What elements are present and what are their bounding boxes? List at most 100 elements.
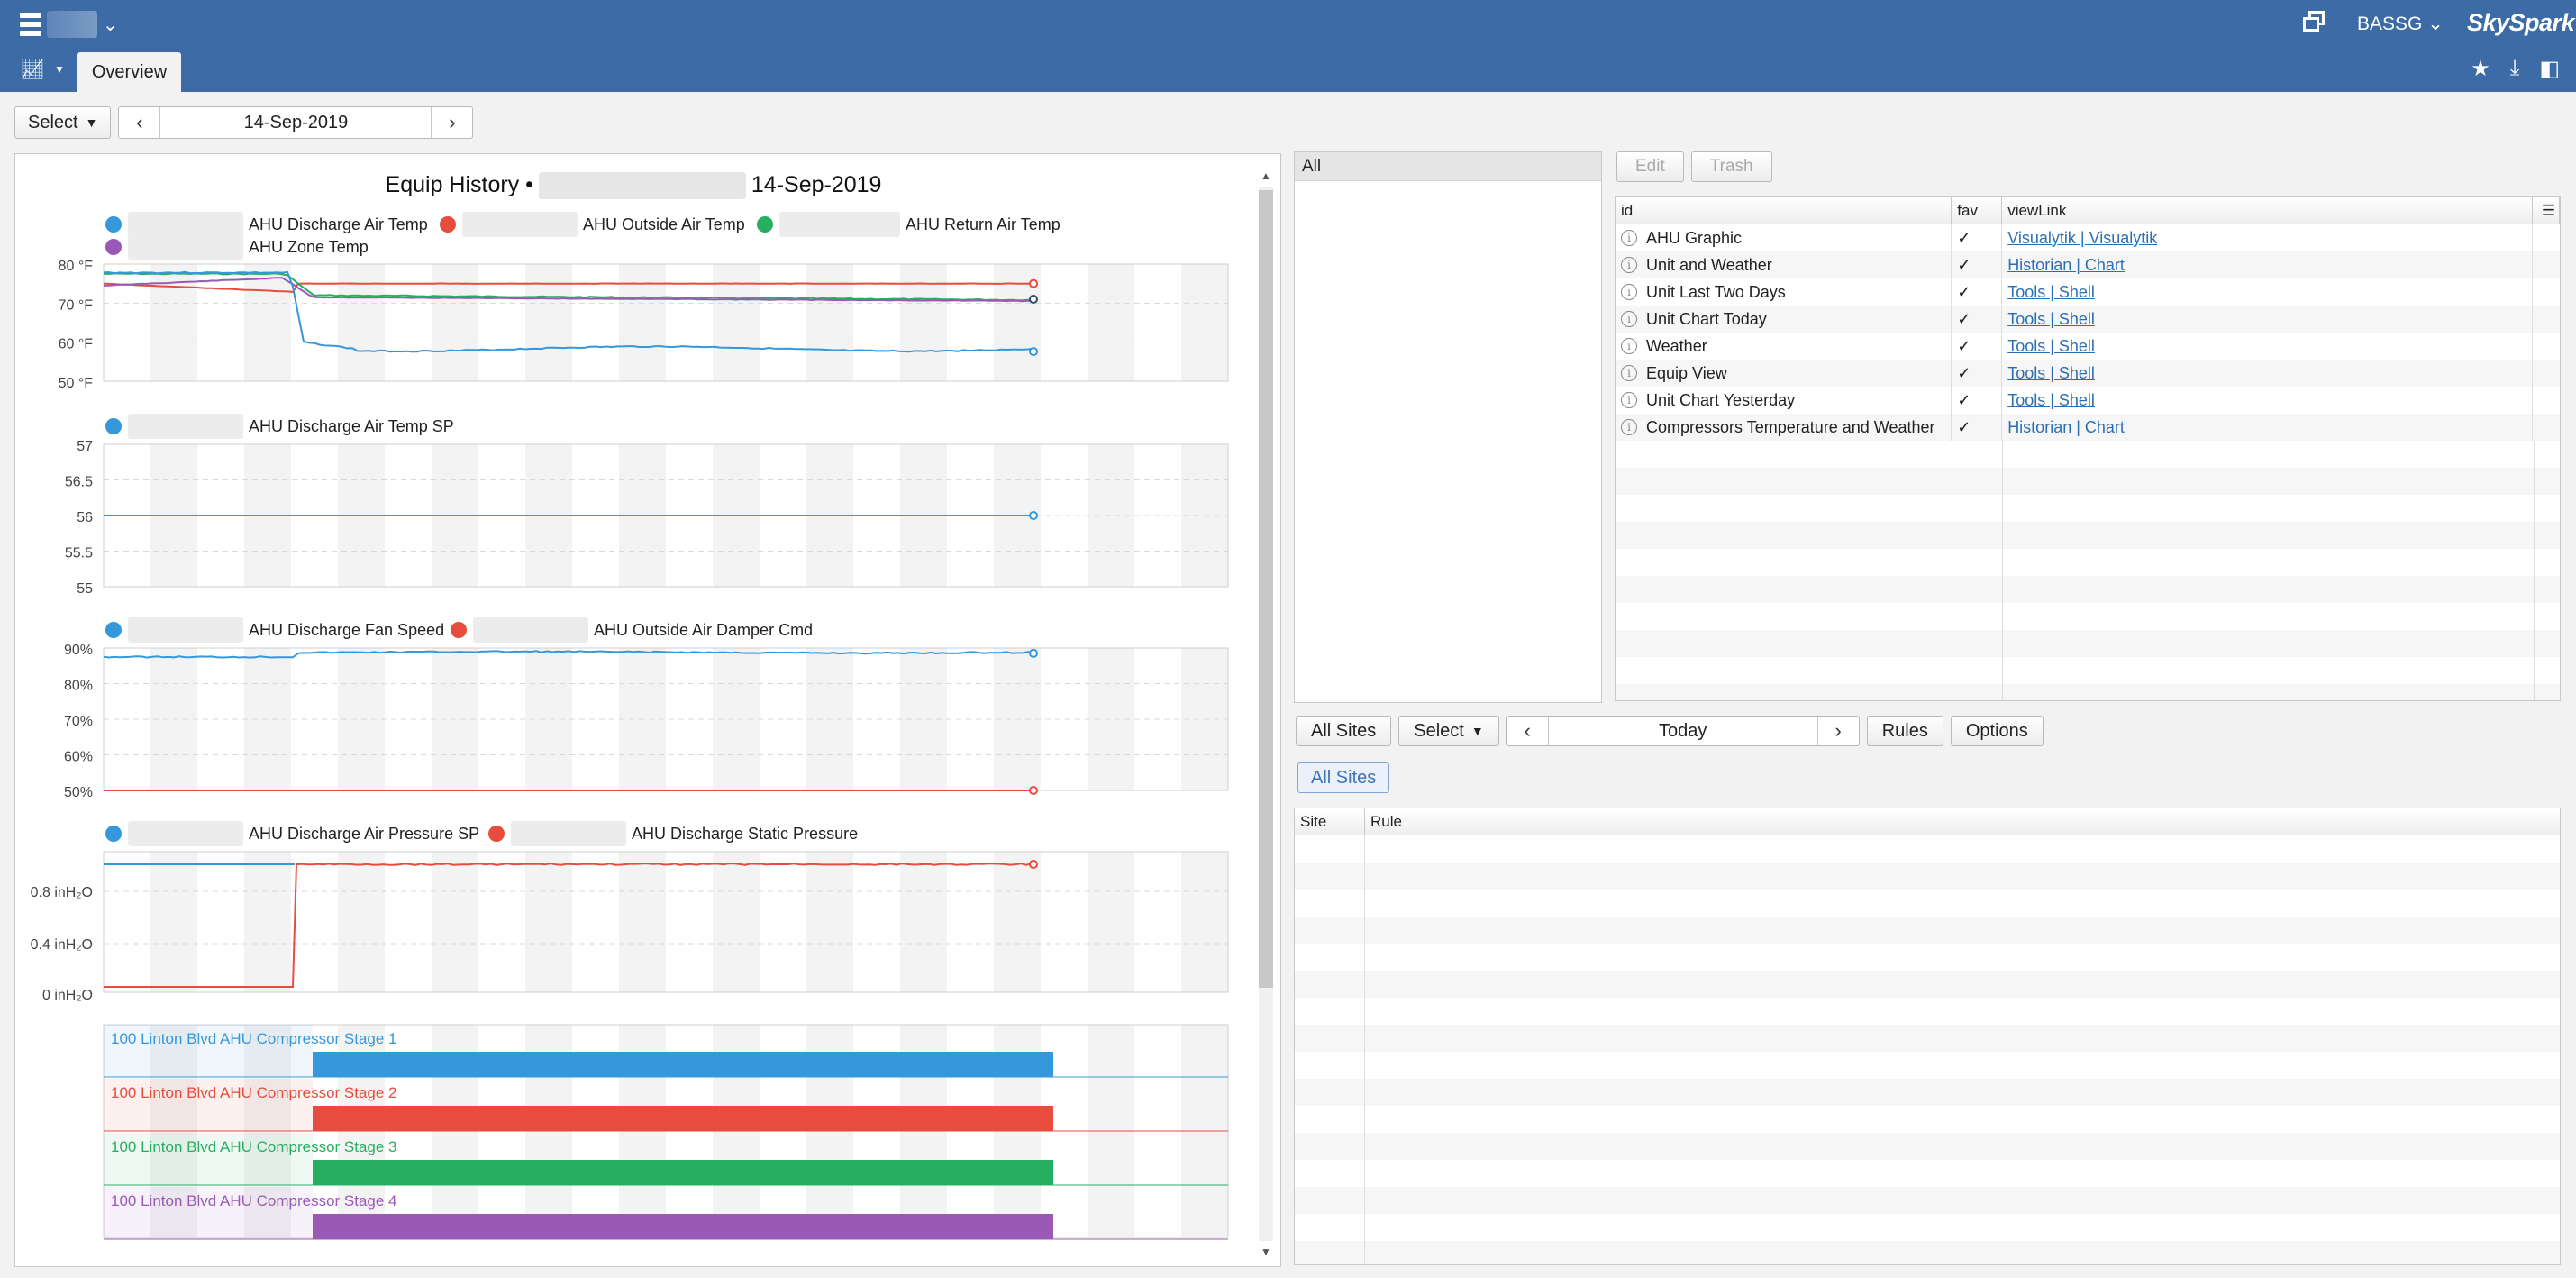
rules-select-button[interactable]: Select ▼ [1398,716,1499,746]
row-fav-cell: ✓ [1952,333,2003,360]
empty-table-row [1616,495,2560,522]
chart-type-menu[interactable]: 📈︎ ▼ [20,58,65,81]
vertical-scrollbar[interactable]: ▲ ▼ [1259,169,1273,1259]
column-header-fav[interactable]: fav [1952,197,2003,224]
legend-label: AHU Return Air Temp [906,215,1060,233]
y-tick-label: 60% [64,750,93,765]
row-viewlink-cell: Tools | Shell [2002,278,2534,306]
hour-band [244,264,291,381]
info-icon[interactable]: i [1621,230,1637,246]
row-id-cell: i Unit and Weather [1616,251,1952,278]
row-fav-cell: ✓ [1952,360,2003,387]
y-tick-label: 55.5 [65,546,93,561]
download-icon[interactable]: ⤓ [2510,56,2520,82]
empty-table-row [1616,576,2560,603]
view-link[interactable]: Tools | Shell [2007,283,2095,301]
rules-table-body [1295,835,2560,1264]
views-table: id fav viewLink ☰ i AHU Graphic ✓ Visualyti… [1615,196,2561,701]
info-icon[interactable]: i [1621,365,1637,381]
all-sites-filter-chip[interactable]: All Sites [1297,762,1390,793]
view-link[interactable]: Historian | Chart [2007,256,2125,274]
empty-table-row [1295,1106,2560,1133]
options-button[interactable]: Options [1950,716,2044,746]
legend-dot [105,239,122,255]
hour-band [994,852,1041,992]
table-row[interactable]: i Equip View ✓ Tools | Shell [1616,360,2560,387]
column-header-rule[interactable]: Rule [1365,808,2560,835]
prev-date-button[interactable]: ‹ [1507,717,1549,745]
panel-layout-icon[interactable]: ◧ [2539,56,2560,82]
series-end-marker [1029,511,1038,520]
view-link[interactable]: Tools | Shell [2007,364,2095,382]
empty-table-row [1295,890,2560,917]
hour-band [900,852,947,992]
column-header-viewlink[interactable]: viewLink [2002,197,2534,224]
table-row[interactable]: i Unit and Weather ✓ Historian | Chart [1616,251,2560,278]
table-row[interactable]: i Weather ✓ Tools | Shell [1616,333,2560,360]
scroll-up-icon[interactable]: ▲ [1259,169,1273,183]
legend-source-redacted [128,234,243,260]
legend-label: AHU Outside Air Temp [583,215,745,233]
series-end-marker [1029,295,1038,304]
empty-table-row [1616,522,2560,549]
y-tick-label: 0 inH₂O [42,988,93,1003]
table-row[interactable]: i AHU Graphic ✓ Visualytik | Visualytik [1616,224,2560,251]
info-icon[interactable]: i [1621,392,1637,408]
table-row[interactable]: i Unit Chart Today ✓ Tools | Shell [1616,306,2560,333]
all-sites-button[interactable]: All Sites [1296,716,1392,746]
hour-band [806,852,853,992]
date-picker[interactable]: 14-Sep-2019 [160,107,431,138]
row-viewlink-cell: Visualytik | Visualytik [2002,224,2534,251]
info-icon[interactable]: i [1621,257,1637,273]
scroll-down-icon[interactable]: ▼ [1259,1245,1273,1259]
tab-overview[interactable]: Overview [77,52,181,92]
table-row[interactable]: i Compressors Temperature and Weather ✓ His… [1616,414,2560,441]
series-end-marker [1029,648,1038,658]
view-link[interactable]: Tools | Shell [2007,337,2095,355]
row-fav-cell: ✓ [1952,414,2003,441]
filter-list: All [1294,151,1602,703]
prev-date-button[interactable]: ‹ [119,107,161,138]
view-link[interactable]: Historian | Chart [2007,418,2125,436]
view-link[interactable]: Tools | Shell [2007,391,2095,409]
series-end-marker [1029,347,1038,357]
scroll-thumb[interactable] [1259,190,1273,988]
legend-dot [757,216,773,233]
rules-button[interactable]: Rules [1866,716,1943,746]
series-end-marker [1029,786,1038,795]
rules-date-navigator: ‹ Today › [1506,716,1860,746]
filter-item-all[interactable]: All [1295,152,1601,181]
windows-icon[interactable] [2303,11,2326,34]
table-row[interactable]: i Unit Chart Yesterday ✓ Tools | Shell [1616,387,2560,414]
rules-date-picker[interactable]: Today [1549,717,1817,745]
select-button[interactable]: Select ▼ [14,106,112,139]
hour-band [900,264,947,381]
table-row[interactable]: i Unit Last Two Days ✓ Tools | Shell [1616,278,2560,306]
app-menu[interactable]: ⌄ [20,11,119,38]
hour-band [244,852,291,992]
info-icon[interactable]: i [1621,419,1637,435]
column-header-site[interactable]: Site [1295,808,1365,835]
user-menu[interactable]: BASSG ⌄ [2357,13,2444,35]
next-date-button[interactable]: › [431,107,472,138]
column-menu-icon[interactable]: ☰ [2533,197,2560,224]
star-icon[interactable]: ★ [2471,56,2490,82]
trash-button[interactable]: Trash [1690,151,1772,182]
info-icon[interactable]: i [1621,311,1637,327]
y-tick-label: 56 [77,510,93,525]
next-date-button[interactable]: › [1816,717,1859,745]
view-link[interactable]: Tools | Shell [2007,310,2095,328]
legend-source-redacted [473,617,588,643]
row-viewlink-cell: Tools | Shell [2002,306,2534,333]
info-icon[interactable]: i [1621,284,1637,300]
row-viewlink-cell: Historian | Chart [2002,251,2534,278]
legend-source-redacted [128,212,243,237]
info-icon[interactable]: i [1621,338,1637,354]
view-link[interactable]: Visualytik | Visualytik [2007,229,2157,247]
y-tick-label: 90% [64,643,93,658]
row-id: AHU Graphic [1646,229,1743,247]
row-id-cell: i Unit Chart Today [1616,306,1952,333]
legend-source-redacted [128,414,243,439]
edit-button[interactable]: Edit [1616,151,1684,182]
column-header-id[interactable]: id [1616,197,1952,224]
